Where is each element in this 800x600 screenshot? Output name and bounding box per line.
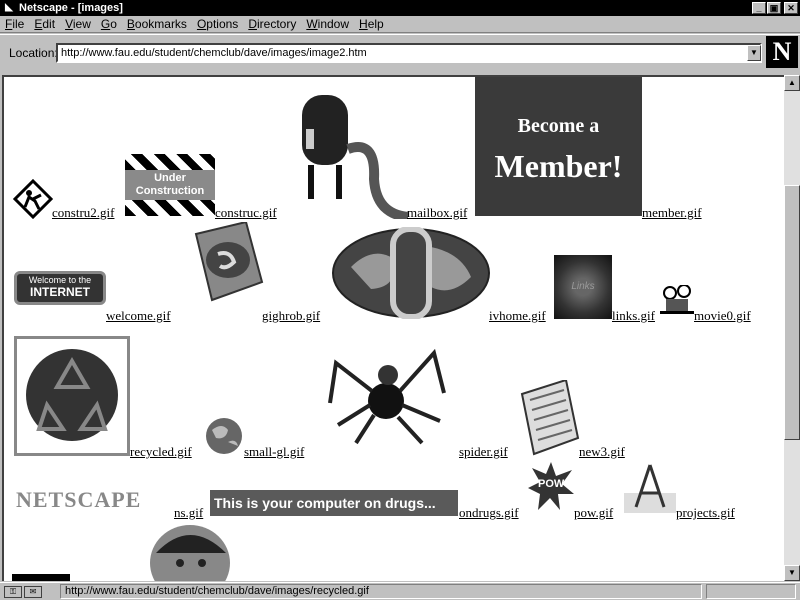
- welcome-sign-line2: INTERNET: [30, 285, 90, 299]
- mailbox-icon[interactable]: [296, 89, 411, 219]
- pow-text: POW: [538, 478, 565, 490]
- location-dropdown-icon[interactable]: ▼: [747, 45, 761, 61]
- scroll-down-icon[interactable]: ▼: [784, 565, 800, 581]
- newspaper-icon[interactable]: [516, 380, 580, 456]
- status-text: http://www.fau.edu/student/chemclub/dave…: [60, 584, 702, 599]
- link-small-gl[interactable]: small-gl.gif: [244, 444, 304, 460]
- menu-directory[interactable]: Directory: [243, 17, 301, 31]
- recycle-icon: [26, 349, 118, 441]
- welcome-internet-sign[interactable]: Welcome to the INTERNET: [14, 271, 106, 305]
- link-movie0[interactable]: movie0.gif: [694, 308, 751, 324]
- location-toolbar: Location: http://www.fau.edu/student/che…: [0, 34, 800, 74]
- menu-go[interactable]: Go: [96, 17, 122, 31]
- menu-options[interactable]: Options: [192, 17, 243, 31]
- partial-image[interactable]: [12, 574, 70, 581]
- links-image[interactable]: Links: [554, 255, 612, 319]
- menu-help[interactable]: Help: [354, 17, 389, 31]
- restore-icon[interactable]: ▣: [767, 2, 781, 14]
- link-links[interactable]: links.gif: [612, 308, 655, 324]
- link-pow[interactable]: pow.gif: [574, 505, 613, 521]
- face-image[interactable]: [146, 523, 234, 581]
- link-ns[interactable]: ns.gif: [174, 505, 203, 521]
- window-controls: _ ▣ ✕: [752, 2, 798, 14]
- status-bar: ⚿ ✉ http://www.fau.edu/student/chemclub/d…: [0, 582, 800, 600]
- recycled-image[interactable]: [14, 336, 130, 456]
- link-gighrob[interactable]: gighrob.gif: [262, 308, 320, 324]
- minimize-icon[interactable]: _: [752, 2, 766, 14]
- close-icon[interactable]: ✕: [784, 2, 798, 14]
- member-banner[interactable]: Become a Member!: [475, 77, 642, 216]
- construction-worker-icon[interactable]: [13, 179, 53, 219]
- netscape-logo[interactable]: N: [766, 36, 798, 68]
- location-input[interactable]: http://www.fau.edu/student/chemclub/dave…: [56, 43, 762, 63]
- construction-sign-text: Under Construction: [125, 170, 215, 200]
- computer-on-drugs-banner[interactable]: This is your computer on drugs...: [210, 490, 458, 516]
- link-new3[interactable]: new3.gif: [579, 444, 625, 460]
- scroll-up-icon[interactable]: ▲: [784, 75, 800, 91]
- menu-bar: File Edit View Go Bookmarks Options Dire…: [0, 16, 800, 33]
- page-content: constru2.gif Under Construction construc…: [2, 75, 784, 581]
- menu-bookmarks[interactable]: Bookmarks: [122, 17, 192, 31]
- projects-compass-icon[interactable]: [624, 463, 676, 513]
- menu-edit[interactable]: Edit: [29, 17, 60, 31]
- under-construction-banner[interactable]: Under Construction: [125, 154, 215, 216]
- link-ivhome[interactable]: ivhome.gif: [489, 308, 546, 324]
- link-welcome[interactable]: welcome.gif: [106, 308, 171, 324]
- link-projects[interactable]: projects.gif: [676, 505, 735, 521]
- title-bar: ◣ Netscape - [images] _ ▣ ✕: [0, 0, 800, 16]
- scroll-thumb[interactable]: [784, 185, 800, 440]
- link-recycled[interactable]: recycled.gif: [130, 444, 192, 460]
- link-mailbox[interactable]: mailbox.gif: [407, 205, 467, 221]
- link-constru2[interactable]: constru2.gif: [52, 205, 114, 221]
- netscape-text-image[interactable]: NETSCAPE: [16, 487, 172, 513]
- security-key-icon: ⚿ ✉: [4, 585, 54, 599]
- menu-file[interactable]: File: [0, 17, 29, 31]
- link-ondrugs[interactable]: ondrugs.gif: [459, 505, 519, 521]
- small-globe-icon[interactable]: [204, 416, 244, 456]
- menu-view[interactable]: View: [60, 17, 96, 31]
- pow-image[interactable]: POW: [528, 460, 574, 512]
- window-title: Netscape - [images]: [19, 2, 123, 14]
- spider-icon[interactable]: [326, 333, 448, 445]
- link-member[interactable]: member.gif: [642, 205, 702, 221]
- link-spider[interactable]: spider.gif: [459, 444, 508, 460]
- movie-projector-icon[interactable]: [660, 285, 694, 317]
- member-text-1: Become a: [517, 115, 600, 137]
- menu-window[interactable]: Window: [301, 17, 354, 31]
- member-text-2: Member!: [494, 148, 623, 184]
- gighrob-icon[interactable]: [186, 222, 264, 316]
- location-label: Location:: [9, 46, 58, 60]
- progress-indicator: [706, 584, 796, 599]
- netscape-app-icon[interactable]: ◣: [2, 1, 16, 15]
- link-construc[interactable]: construc.gif: [215, 205, 277, 221]
- vertical-scrollbar[interactable]: ▲ ▼: [784, 75, 800, 581]
- globe-ivhome-icon[interactable]: [331, 227, 491, 319]
